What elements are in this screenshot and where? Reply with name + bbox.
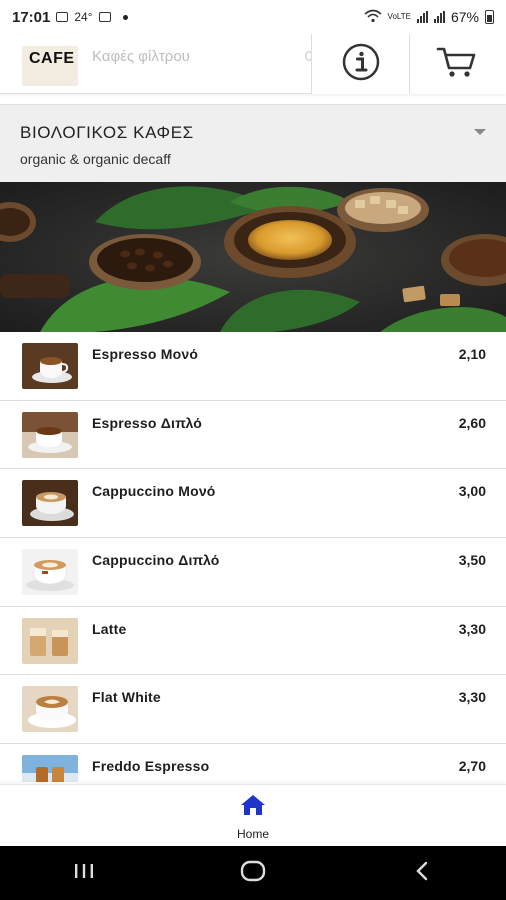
product-price: 3,50 — [458, 552, 486, 569]
product-name: Freddo Espresso — [92, 758, 210, 775]
product-thumbnail-flat-white-cup — [22, 686, 78, 733]
status-bar: 17:01 24° VoLTE 67% — [0, 0, 506, 34]
product-price: 3,30 — [458, 689, 486, 706]
tab-home-label: Home — [236, 827, 269, 841]
product-name: Espresso Μονό — [92, 346, 199, 362]
header-logo-area: Καφές φίλτρου 0 CAFE — [0, 34, 311, 93]
product-row-freddo-espresso[interactable]: Freddo Espresso 2,70 — [0, 744, 506, 782]
product-thumbnail-double-espresso-cup — [22, 411, 78, 458]
cart-button[interactable] — [409, 34, 506, 94]
product-row-latte[interactable]: Latte 3,30 — [0, 606, 506, 676]
gallery-icon — [56, 12, 69, 22]
shopping-cart-icon — [436, 44, 480, 85]
product-row-espresso-mono[interactable]: Espresso Μονό 2,10 — [0, 332, 506, 401]
product-name: Flat White — [92, 689, 161, 706]
product-name: Cappuccino Μονό — [92, 483, 216, 500]
battery-percent: 67% — [450, 9, 479, 25]
back-button[interactable] — [392, 853, 452, 893]
tab-home[interactable]: Home — [237, 790, 269, 841]
signal-icon — [416, 11, 428, 23]
product-price: 2,60 — [458, 414, 486, 431]
category-header[interactable]: ΒΙΟΛΟΓΙΚΟΣ ΚΑΦΕΣ organic & organic decaf… — [0, 104, 506, 182]
recent-apps-button[interactable] — [54, 853, 114, 893]
wifi-icon — [364, 9, 382, 26]
product-row-espresso-diplo[interactable]: Espresso Διπλό 2,60 — [0, 400, 506, 470]
product-thumbnail-cappuccino-double-cup — [22, 549, 78, 596]
app-header: Καφές φίλτρου 0 CAFE — [0, 34, 506, 94]
home-icon — [240, 794, 266, 821]
more-notifications-dot — [122, 14, 128, 20]
category-title: ΒΙΟΛΟΓΙΚΟΣ ΚΑΦΕΣ — [20, 123, 194, 142]
product-thumbnail-cappuccino-cup — [22, 480, 78, 527]
notification-icon — [98, 12, 111, 22]
product-name: Cappuccino Διπλό — [92, 552, 220, 569]
product-row-flat-white[interactable]: Flat White 3,30 — [0, 675, 506, 745]
product-list: Espresso Μονό 2,10 Espresso Διπλό 2,60 C… — [0, 332, 506, 782]
recent-apps-icon — [73, 862, 95, 885]
product-thumbnail-latte-glasses — [22, 617, 78, 664]
back-chevron-icon — [413, 861, 431, 886]
product-price: 3,30 — [458, 620, 486, 637]
product-price: 2,70 — [458, 758, 486, 775]
product-price: 3,00 — [458, 483, 486, 500]
bottom-tab-bar: Home — [0, 784, 506, 846]
product-thumbnail-freddo-glasses — [22, 755, 78, 782]
battery-icon — [485, 10, 494, 24]
home-system-button[interactable] — [223, 853, 283, 893]
info-circle-icon — [341, 42, 381, 87]
info-button[interactable] — [311, 34, 409, 94]
logo[interactable]: CAFE — [29, 50, 75, 68]
category-banner-image — [0, 182, 506, 332]
scrolled-item-name: Καφές φίλτρου — [92, 48, 190, 65]
product-price: 2,10 — [458, 346, 486, 362]
product-row-cappuccino-diplo[interactable]: Cappuccino Διπλό 3,50 — [0, 538, 506, 607]
product-name: Espresso Διπλό — [92, 414, 203, 431]
weather-temperature: 24° — [74, 10, 93, 24]
category-subtitle: organic & organic decaff — [20, 151, 171, 167]
signal-icon-2 — [433, 11, 445, 23]
home-circle-icon — [240, 860, 266, 887]
product-row-cappuccino-mono[interactable]: Cappuccino Μονό 3,00 — [0, 469, 506, 539]
system-navigation-bar — [0, 846, 506, 900]
chevron-down-icon[interactable] — [474, 129, 486, 135]
status-time: 17:01 — [12, 8, 51, 26]
product-name: Latte — [92, 620, 127, 637]
product-thumbnail-espresso-cup — [22, 343, 78, 389]
volte-badge: VoLTE — [387, 12, 411, 21]
